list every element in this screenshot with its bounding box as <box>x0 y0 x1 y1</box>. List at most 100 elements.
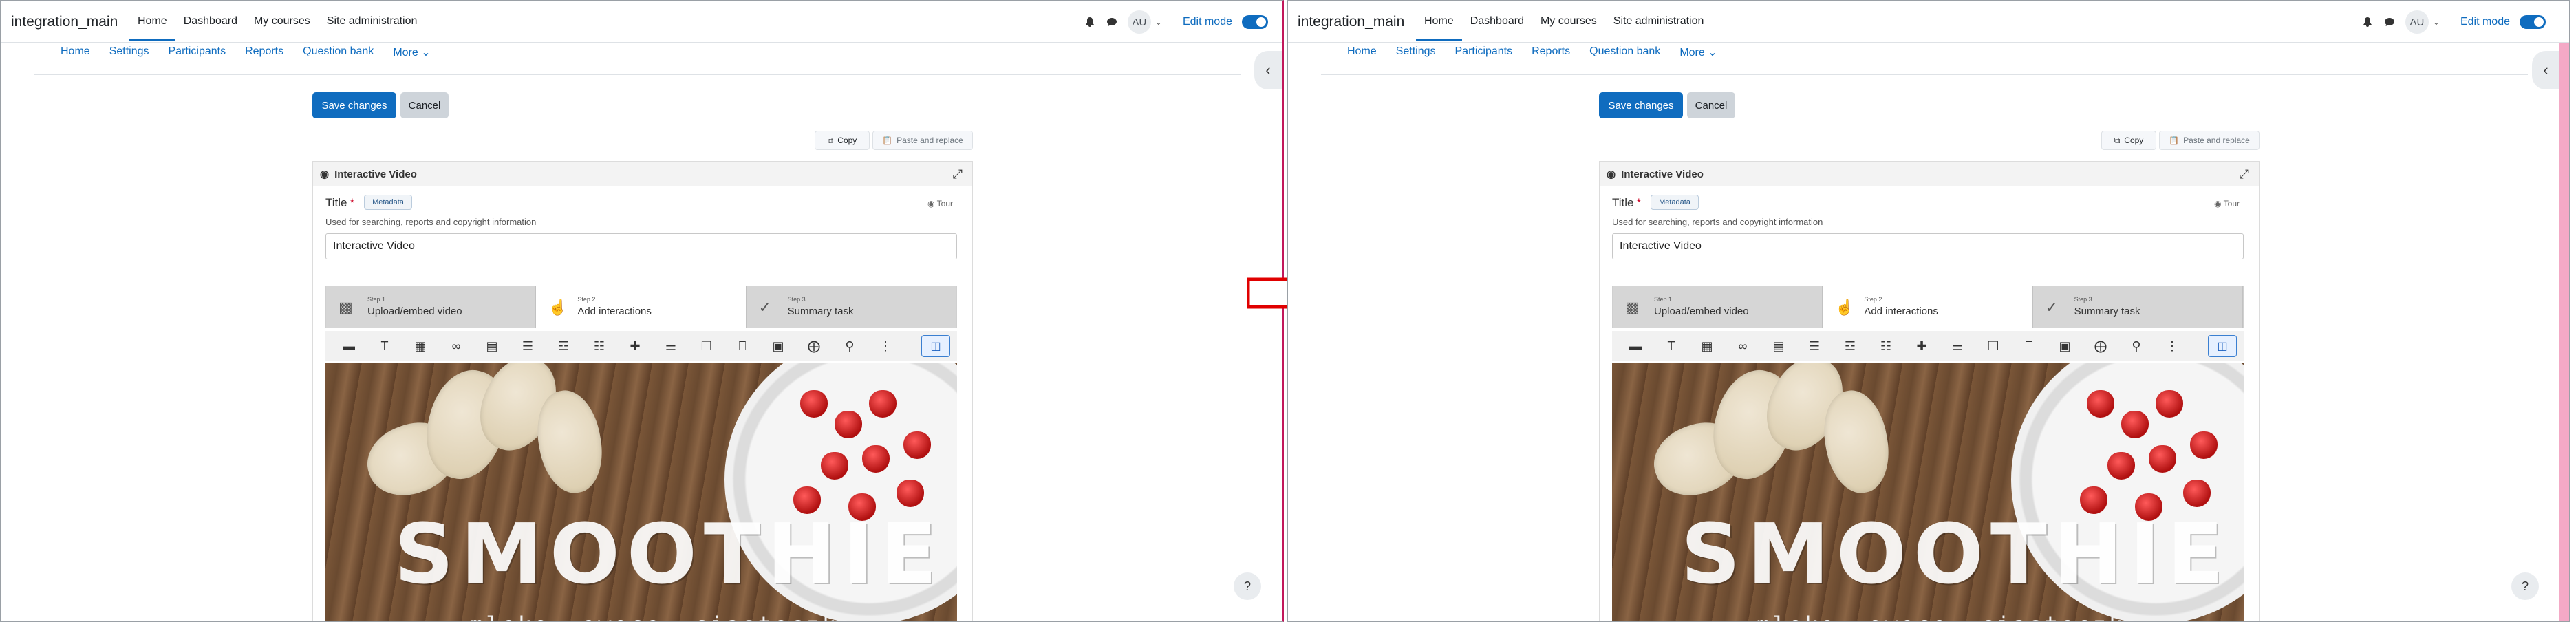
bell-icon[interactable] <box>2361 16 2374 28</box>
editor-header: ◉ Interactive Video <box>1600 162 2259 186</box>
link-icon[interactable]: ∞ <box>438 334 474 358</box>
nav-home[interactable]: Home <box>129 1 175 41</box>
chevron-down-icon[interactable]: ⌄ <box>2433 17 2440 27</box>
user-avatar[interactable]: AU <box>1127 10 1151 34</box>
user-avatar[interactable]: AU <box>2405 10 2429 34</box>
drag-drop-icon[interactable]: ❐ <box>689 334 724 358</box>
step-upload-video[interactable]: ▩ Step 1 Upload/embed video <box>1613 286 1823 328</box>
more-vertical-icon[interactable]: ⋮ <box>2154 334 2190 358</box>
title-input[interactable]: Interactive Video <box>1612 233 2244 259</box>
fullscreen-icon[interactable]: ⤢ <box>2240 167 2249 182</box>
more-vertical-icon[interactable]: ⋮ <box>868 334 903 358</box>
navigation-hotspot-icon[interactable]: ⚲ <box>2118 334 2154 358</box>
copy-button[interactable]: ⧉ Copy <box>2101 131 2156 150</box>
nav-dashboard[interactable]: Dashboard <box>1462 1 1532 41</box>
save-changes-button[interactable]: Save changes <box>1599 92 1683 118</box>
single-choice-icon[interactable]: ☲ <box>1832 334 1868 358</box>
edit-mode-toggle[interactable] <box>2520 15 2546 29</box>
mark-words-icon[interactable]: ⎕ <box>724 334 760 358</box>
editor-heading: Interactive Video <box>1621 168 1704 180</box>
chat-icon[interactable] <box>2383 16 2396 28</box>
chevron-left-icon[interactable]: ‹ <box>2532 51 2559 89</box>
true-false-icon[interactable]: ✚ <box>617 334 653 358</box>
nav-site-administration[interactable]: Site administration <box>319 1 426 41</box>
crossroads-icon[interactable]: ⨁ <box>2083 334 2118 358</box>
label-icon[interactable]: ▬ <box>331 334 367 358</box>
image-icon[interactable]: ▤ <box>1761 334 1796 358</box>
nav-dashboard[interactable]: Dashboard <box>175 1 246 41</box>
cancel-button[interactable]: Cancel <box>1687 92 1735 118</box>
secnav-question-bank[interactable]: Question bank <box>303 45 374 59</box>
tour-link[interactable]: ◉ Tour <box>2214 199 2240 208</box>
site-brand[interactable]: integration_main <box>11 14 118 30</box>
true-false-icon[interactable]: ✚ <box>1904 334 1940 358</box>
step-add-interactions[interactable]: ☝ Step 2 Add interactions <box>1823 286 2033 328</box>
link-icon[interactable]: ∞ <box>1725 334 1761 358</box>
edit-mode-toggle[interactable] <box>1242 15 1268 29</box>
nav-home[interactable]: Home <box>1416 1 1462 41</box>
step-summary-task[interactable]: ✓ Step 3 Summary task <box>2032 286 2243 328</box>
chevron-left-icon[interactable]: ‹ <box>1254 51 1282 89</box>
step-summary-task[interactable]: ✓ Step 3 Summary task <box>746 286 956 328</box>
navigation-hotspot-icon[interactable]: ⚲ <box>832 334 868 358</box>
single-choice-icon[interactable]: ☲ <box>546 334 581 358</box>
drag-drop-icon[interactable]: ❐ <box>1975 334 2011 358</box>
strawberry-image <box>2087 390 2114 418</box>
secnav-reports[interactable]: Reports <box>245 45 283 59</box>
text-icon[interactable]: T <box>367 334 402 358</box>
tour-link[interactable]: ◉ Tour <box>927 199 953 208</box>
secnav-participants[interactable]: Participants <box>1455 45 1513 59</box>
nav-site-administration[interactable]: Site administration <box>1605 1 1713 41</box>
save-changes-button[interactable]: Save changes <box>312 92 396 118</box>
copy-button[interactable]: ⧉ Copy <box>815 131 870 150</box>
fill-blanks-icon[interactable]: ⚌ <box>1940 334 1975 358</box>
crossroads-icon[interactable]: ⨁ <box>796 334 832 358</box>
label-icon[interactable]: ▬ <box>1618 334 1653 358</box>
metadata-button[interactable]: Metadata <box>1651 195 1699 210</box>
metadata-button[interactable]: Metadata <box>364 195 412 210</box>
step-upload-video[interactable]: ▩ Step 1 Upload/embed video <box>326 286 537 328</box>
title-input[interactable]: Interactive Video <box>325 233 957 259</box>
nav-my-courses[interactable]: My courses <box>246 1 319 41</box>
chevron-down-icon[interactable]: ⌄ <box>1155 17 1162 27</box>
secnav-more[interactable]: More ⌄ <box>393 45 430 59</box>
statements-icon[interactable]: ☰ <box>1796 334 1832 358</box>
drag-text-icon[interactable]: ▣ <box>2047 334 2083 358</box>
fullscreen-icon[interactable]: ⤢ <box>953 167 963 182</box>
bookmarks-icon[interactable]: ◫ <box>921 335 950 357</box>
secnav-settings[interactable]: Settings <box>1396 45 1436 59</box>
multiple-choice-icon[interactable]: ☷ <box>581 334 617 358</box>
copy-label: Copy <box>837 136 857 145</box>
table-icon[interactable]: ▦ <box>402 334 438 358</box>
bell-icon[interactable] <box>1084 16 1096 28</box>
chat-icon[interactable] <box>1106 16 1118 28</box>
secnav-question-bank[interactable]: Question bank <box>1589 45 1660 59</box>
secnav-home[interactable]: Home <box>1347 45 1377 59</box>
question-icon[interactable]: ? <box>1234 572 1261 600</box>
statements-icon[interactable]: ☰ <box>510 334 546 358</box>
copy-icon: ⧉ <box>827 135 834 145</box>
bookmarks-icon[interactable]: ◫ <box>2208 335 2237 357</box>
image-icon[interactable]: ▤ <box>474 334 510 358</box>
multiple-choice-icon[interactable]: ☷ <box>1868 334 1904 358</box>
fill-blanks-icon[interactable]: ⚌ <box>653 334 689 358</box>
secnav-participants[interactable]: Participants <box>169 45 226 59</box>
secnav-more[interactable]: More ⌄ <box>1679 45 1717 59</box>
cancel-button[interactable]: Cancel <box>400 92 449 118</box>
paste-and-replace-button[interactable]: 📋 Paste and replace <box>2159 131 2260 150</box>
play-circle-icon: ◉ <box>1607 169 1616 180</box>
nav-my-courses[interactable]: My courses <box>1532 1 1605 41</box>
secnav-home[interactable]: Home <box>61 45 90 59</box>
table-icon[interactable]: ▦ <box>1689 334 1725 358</box>
secnav-reports[interactable]: Reports <box>1532 45 1570 59</box>
video-preview[interactable]: SMOOTHIE mleko, owoce, ciasteczka <box>1612 363 2244 621</box>
question-icon[interactable]: ? <box>2511 572 2539 600</box>
site-brand[interactable]: integration_main <box>1298 14 1404 30</box>
paste-and-replace-button[interactable]: 📋 Paste and replace <box>872 131 973 150</box>
video-preview[interactable]: SMOOTHIE mleko, owoce, ciasteczka <box>325 363 957 621</box>
text-icon[interactable]: T <box>1653 334 1689 358</box>
mark-words-icon[interactable]: ⎕ <box>2011 334 2047 358</box>
secnav-settings[interactable]: Settings <box>109 45 149 59</box>
step-add-interactions[interactable]: ☝ Step 2 Add interactions <box>536 286 747 328</box>
drag-text-icon[interactable]: ▣ <box>760 334 796 358</box>
